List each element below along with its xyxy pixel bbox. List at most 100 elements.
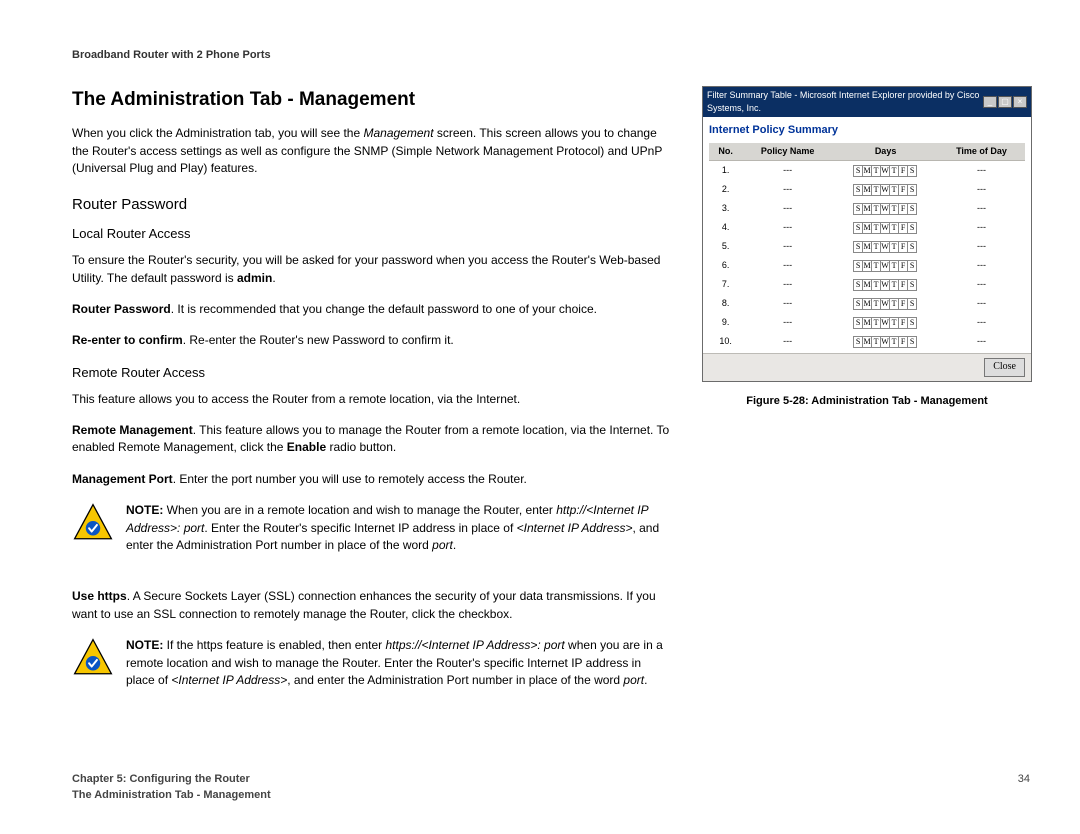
admin-bold: admin <box>237 271 272 285</box>
col-no: No. <box>709 143 742 161</box>
code: https://<Internet IP Address>: port <box>386 638 565 652</box>
t: . A Secure Sockets Layer (SSL) connectio… <box>72 589 656 620</box>
t: . <box>453 538 456 552</box>
close-icon[interactable]: × <box>1013 96 1027 108</box>
table-row: 10.---SMTWTFS--- <box>709 332 1025 351</box>
cell-days: SMTWTFS <box>833 256 938 275</box>
cell-policy: --- <box>742 275 833 294</box>
cell-no: 6. <box>709 256 742 275</box>
t: . It is recommended that you change the … <box>171 302 597 316</box>
note-block-1: NOTE: When you are in a remote location … <box>72 502 672 568</box>
cell-tod: --- <box>938 256 1025 275</box>
cell-days: SMTWTFS <box>833 294 938 313</box>
t: . Enter the Router's specific Internet I… <box>204 521 516 535</box>
cell-no: 5. <box>709 237 742 256</box>
main-layout: The Administration Tab - Management When… <box>72 86 1030 723</box>
cell-policy: --- <box>742 218 833 237</box>
cell-tod: --- <box>938 332 1025 351</box>
table-row: 4.---SMTWTFS--- <box>709 218 1025 237</box>
code: port <box>432 538 453 552</box>
page-title: The Administration Tab - Management <box>72 86 672 114</box>
cell-days: SMTWTFS <box>833 332 938 351</box>
cell-days: SMTWTFS <box>833 161 938 181</box>
figure-window: Filter Summary Table - Microsoft Interne… <box>702 86 1032 382</box>
col-tod: Time of Day <box>938 143 1025 161</box>
table-row: 9.---SMTWTFS--- <box>709 313 1025 332</box>
intro-paragraph: When you click the Administration tab, y… <box>72 125 672 177</box>
maximize-icon[interactable]: ▢ <box>998 96 1012 108</box>
code: <Internet IP Address> <box>171 673 287 687</box>
page-number: 34 <box>1018 772 1030 788</box>
cell-tod: --- <box>938 313 1025 332</box>
cell-tod: --- <box>938 180 1025 199</box>
local-access-para: To ensure the Router's security, you wil… <box>72 252 672 287</box>
cell-tod: --- <box>938 199 1025 218</box>
doc-header: Broadband Router with 2 Phone Ports <box>72 48 1030 64</box>
minimize-icon[interactable]: _ <box>983 96 997 108</box>
warning-checkmark-icon <box>72 502 114 544</box>
day-cell: S <box>907 203 917 215</box>
cell-days: SMTWTFS <box>833 180 938 199</box>
page-footer: Chapter 5: Configuring the Router The Ad… <box>72 772 1030 804</box>
day-cell: S <box>907 279 917 291</box>
col-days: Days <box>833 143 938 161</box>
cell-tod: --- <box>938 237 1025 256</box>
cell-no: 4. <box>709 218 742 237</box>
intro-a: When you click the Administration tab, y… <box>72 126 363 140</box>
t: . <box>644 673 647 687</box>
day-cell: S <box>907 260 917 272</box>
cell-no: 9. <box>709 313 742 332</box>
note-2-text: NOTE: If the https feature is enabled, t… <box>126 637 672 689</box>
intro-em: Management <box>363 126 433 140</box>
cell-no: 10. <box>709 332 742 351</box>
cell-policy: --- <box>742 294 833 313</box>
cell-tod: --- <box>938 161 1025 181</box>
window-title: Filter Summary Table - Microsoft Interne… <box>707 89 983 115</box>
remote-mgmt-para: Remote Management. This feature allows y… <box>72 422 672 457</box>
code: port <box>623 673 644 687</box>
cell-tod: --- <box>938 218 1025 237</box>
table-row: 1.---SMTWTFS--- <box>709 161 1025 181</box>
t: When you are in a remote location and wi… <box>163 503 556 517</box>
remote-intro-para: This feature allows you to access the Ro… <box>72 391 672 408</box>
note-label: NOTE: <box>126 638 163 652</box>
note-block-2: NOTE: If the https feature is enabled, t… <box>72 637 672 703</box>
day-cell: S <box>907 241 917 253</box>
enable-bold: Enable <box>287 440 326 454</box>
cell-days: SMTWTFS <box>833 275 938 294</box>
footer-chapter: Chapter 5: Configuring the Router <box>72 772 1030 788</box>
day-cell: S <box>907 165 917 177</box>
footer-section: The Administration Tab - Management <box>72 788 1030 804</box>
cell-policy: --- <box>742 199 833 218</box>
table-row: 2.---SMTWTFS--- <box>709 180 1025 199</box>
policy-table: No. Policy Name Days Time of Day 1.---SM… <box>709 143 1025 352</box>
figure-caption: Figure 5-28: Administration Tab - Manage… <box>702 394 1032 410</box>
window-controls: _ ▢ × <box>983 96 1027 108</box>
label: Management Port <box>72 472 173 486</box>
t: . <box>272 271 275 285</box>
t: , and enter the Administration Port numb… <box>287 673 623 687</box>
use-https-para: Use https. A Secure Sockets Layer (SSL) … <box>72 588 672 623</box>
cell-policy: --- <box>742 256 833 275</box>
t: To ensure the Router's security, you wil… <box>72 253 660 284</box>
cell-no: 8. <box>709 294 742 313</box>
warning-checkmark-icon <box>72 637 114 679</box>
window-body: Internet Policy Summary No. Policy Name … <box>703 117 1031 353</box>
cell-policy: --- <box>742 161 833 181</box>
day-cell: S <box>907 317 917 329</box>
table-row: 6.---SMTWTFS--- <box>709 256 1025 275</box>
table-row: 5.---SMTWTFS--- <box>709 237 1025 256</box>
cell-days: SMTWTFS <box>833 313 938 332</box>
cell-days: SMTWTFS <box>833 218 938 237</box>
window-footer: Close <box>703 353 1031 381</box>
section-local-access: Local Router Access <box>72 225 672 244</box>
policy-summary-heading: Internet Policy Summary <box>709 123 1025 139</box>
day-cell: S <box>907 336 917 348</box>
cell-days: SMTWTFS <box>833 199 938 218</box>
cell-policy: --- <box>742 180 833 199</box>
day-cell: S <box>907 222 917 234</box>
cell-policy: --- <box>742 332 833 351</box>
cell-policy: --- <box>742 313 833 332</box>
col-policy: Policy Name <box>742 143 833 161</box>
close-button[interactable]: Close <box>984 358 1025 377</box>
